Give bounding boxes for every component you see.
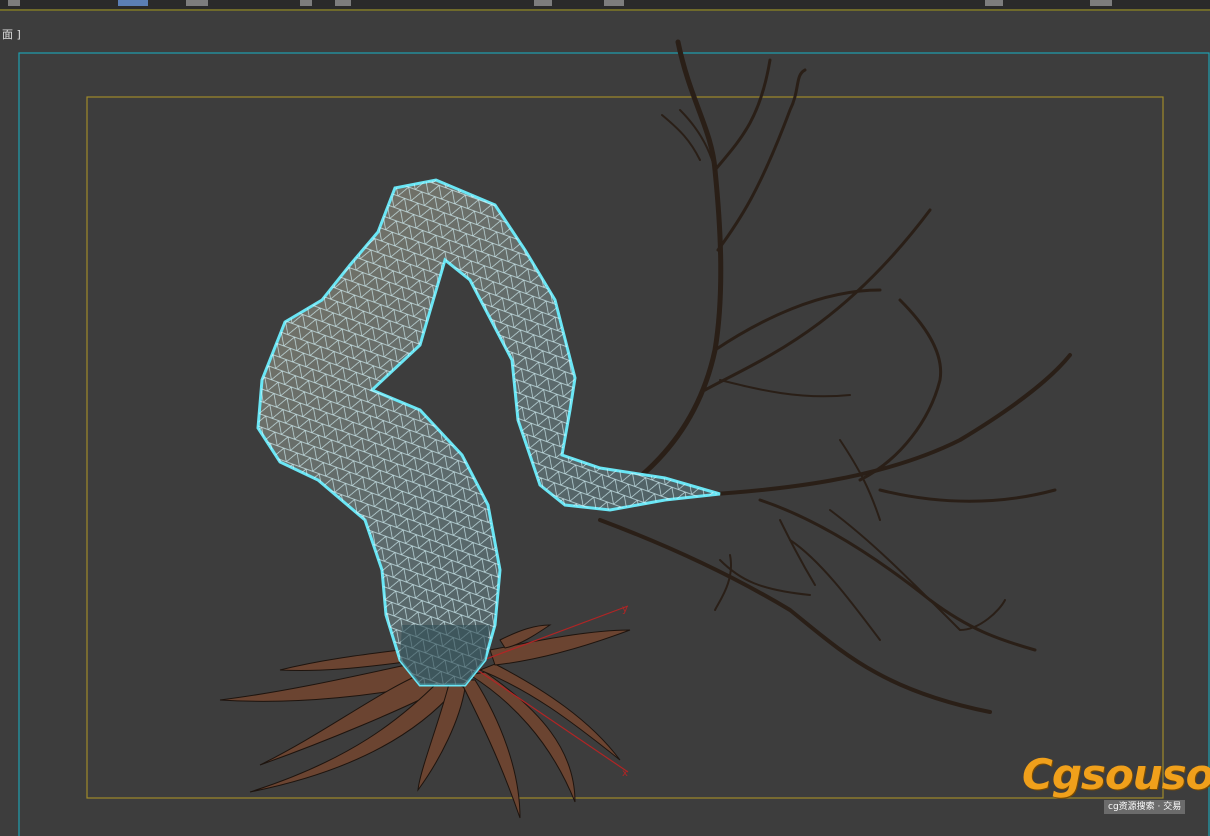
gizmo-x-label: x [622, 768, 628, 779]
move-icon[interactable] [118, 0, 148, 6]
tree-trunk-mesh[interactable] [256, 178, 721, 687]
align-icon[interactable] [604, 0, 624, 6]
tree-branches [597, 39, 1072, 714]
logo-subtitle: cg资源搜索 · 交易 [1104, 800, 1186, 814]
rotate-icon[interactable] [186, 0, 208, 6]
safe-frame-outer [18, 52, 1210, 836]
scale-icon[interactable] [300, 0, 312, 6]
render-icon[interactable] [1090, 0, 1112, 6]
mirror-icon[interactable] [534, 0, 552, 6]
safe-frame-inner [86, 96, 1164, 799]
cgsousou-logo: Cgsousou cg资源搜索 · 交易 [1022, 752, 1210, 818]
gizmo-y-label: y [622, 604, 628, 615]
main-toolbar [0, 0, 1210, 11]
layer-icon[interactable] [985, 0, 1003, 6]
viewport-label[interactable]: 面 ] [2, 28, 21, 42]
perspective-viewport[interactable]: y x 面 ] [0, 12, 1210, 836]
select-icon[interactable] [8, 0, 20, 6]
snap-icon[interactable] [335, 0, 351, 6]
logo-text: Cgsousou [1022, 750, 1210, 799]
scene-canvas[interactable]: y x [0, 12, 1210, 836]
